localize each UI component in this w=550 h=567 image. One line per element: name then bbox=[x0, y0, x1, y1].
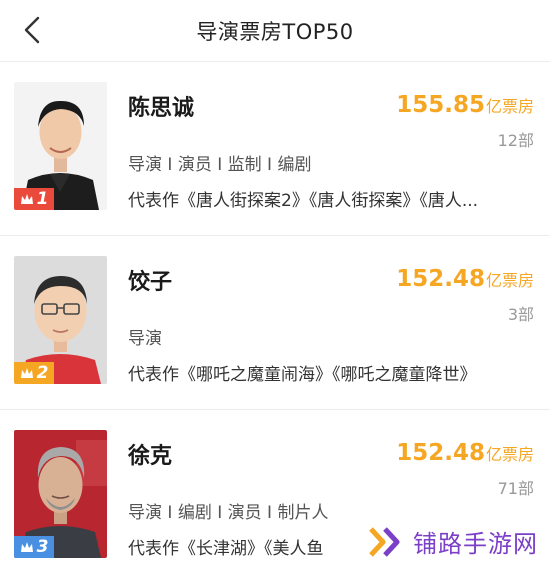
crown-icon bbox=[20, 194, 33, 204]
chevron-left-icon bbox=[24, 16, 40, 44]
director-name: 饺子 bbox=[128, 270, 173, 295]
rank-badge: 1 bbox=[14, 188, 54, 210]
roles: 导演 I 演员 I 监制 I 编剧 bbox=[128, 155, 312, 175]
avatar: 2 bbox=[14, 256, 107, 384]
box-office-unit: 亿票房 bbox=[485, 97, 534, 116]
roles: 导演 I 编剧 I 演员 I 制片人 bbox=[128, 503, 329, 523]
top-bar: 导演票房TOP50 bbox=[0, 0, 550, 62]
box-office-unit: 亿票房 bbox=[485, 445, 534, 464]
roles: 导演 bbox=[128, 329, 162, 349]
crown-icon bbox=[20, 542, 33, 552]
box-office: 155.85 亿票房 bbox=[396, 92, 534, 118]
box-office: 152.48 亿票房 bbox=[396, 440, 534, 466]
watermark-text: 铺路手游网 bbox=[413, 530, 538, 558]
rank-number: 3 bbox=[36, 537, 49, 557]
chevron-arrows-icon bbox=[369, 526, 400, 557]
works-count: 3部 bbox=[507, 305, 534, 324]
director-row[interactable]: 2 饺子 152.48 亿票房 3部 导演 代表作《哪吒之魔童闹海》《哪吒之魔童… bbox=[0, 236, 550, 410]
box-office-value: 155.85 bbox=[396, 92, 485, 118]
box-office-unit: 亿票房 bbox=[485, 271, 534, 290]
box-office: 152.48 亿票房 bbox=[396, 266, 534, 292]
works-count: 12部 bbox=[497, 131, 534, 150]
crown-icon bbox=[20, 368, 33, 378]
director-name: 陈思诚 bbox=[128, 96, 195, 121]
representative-works: 代表作《哪吒之魔童闹海》《哪吒之魔童降世》 bbox=[128, 365, 477, 385]
rank-number: 2 bbox=[36, 363, 49, 383]
works-count: 71部 bbox=[497, 479, 534, 498]
director-list: 1 陈思诚 155.85 亿票房 12部 导演 I 演员 I 监制 I 编剧 代… bbox=[0, 62, 550, 567]
rank-badge: 2 bbox=[14, 362, 54, 384]
avatar: 3 bbox=[14, 430, 107, 558]
representative-works: 代表作《唐人街探案2》《唐人街探案》《唐人... bbox=[128, 191, 479, 211]
rank-badge: 3 bbox=[14, 536, 54, 558]
rank-number: 1 bbox=[36, 189, 49, 209]
director-name: 徐克 bbox=[128, 444, 173, 469]
page-title: 导演票房TOP50 bbox=[196, 19, 354, 44]
watermark: 铺路手游网 bbox=[363, 522, 542, 561]
avatar: 1 bbox=[14, 82, 107, 210]
box-office-value: 152.48 bbox=[396, 440, 485, 466]
director-row[interactable]: 1 陈思诚 155.85 亿票房 12部 导演 I 演员 I 监制 I 编剧 代… bbox=[0, 62, 550, 236]
back-button[interactable] bbox=[14, 12, 50, 48]
box-office-value: 152.48 bbox=[396, 266, 485, 292]
